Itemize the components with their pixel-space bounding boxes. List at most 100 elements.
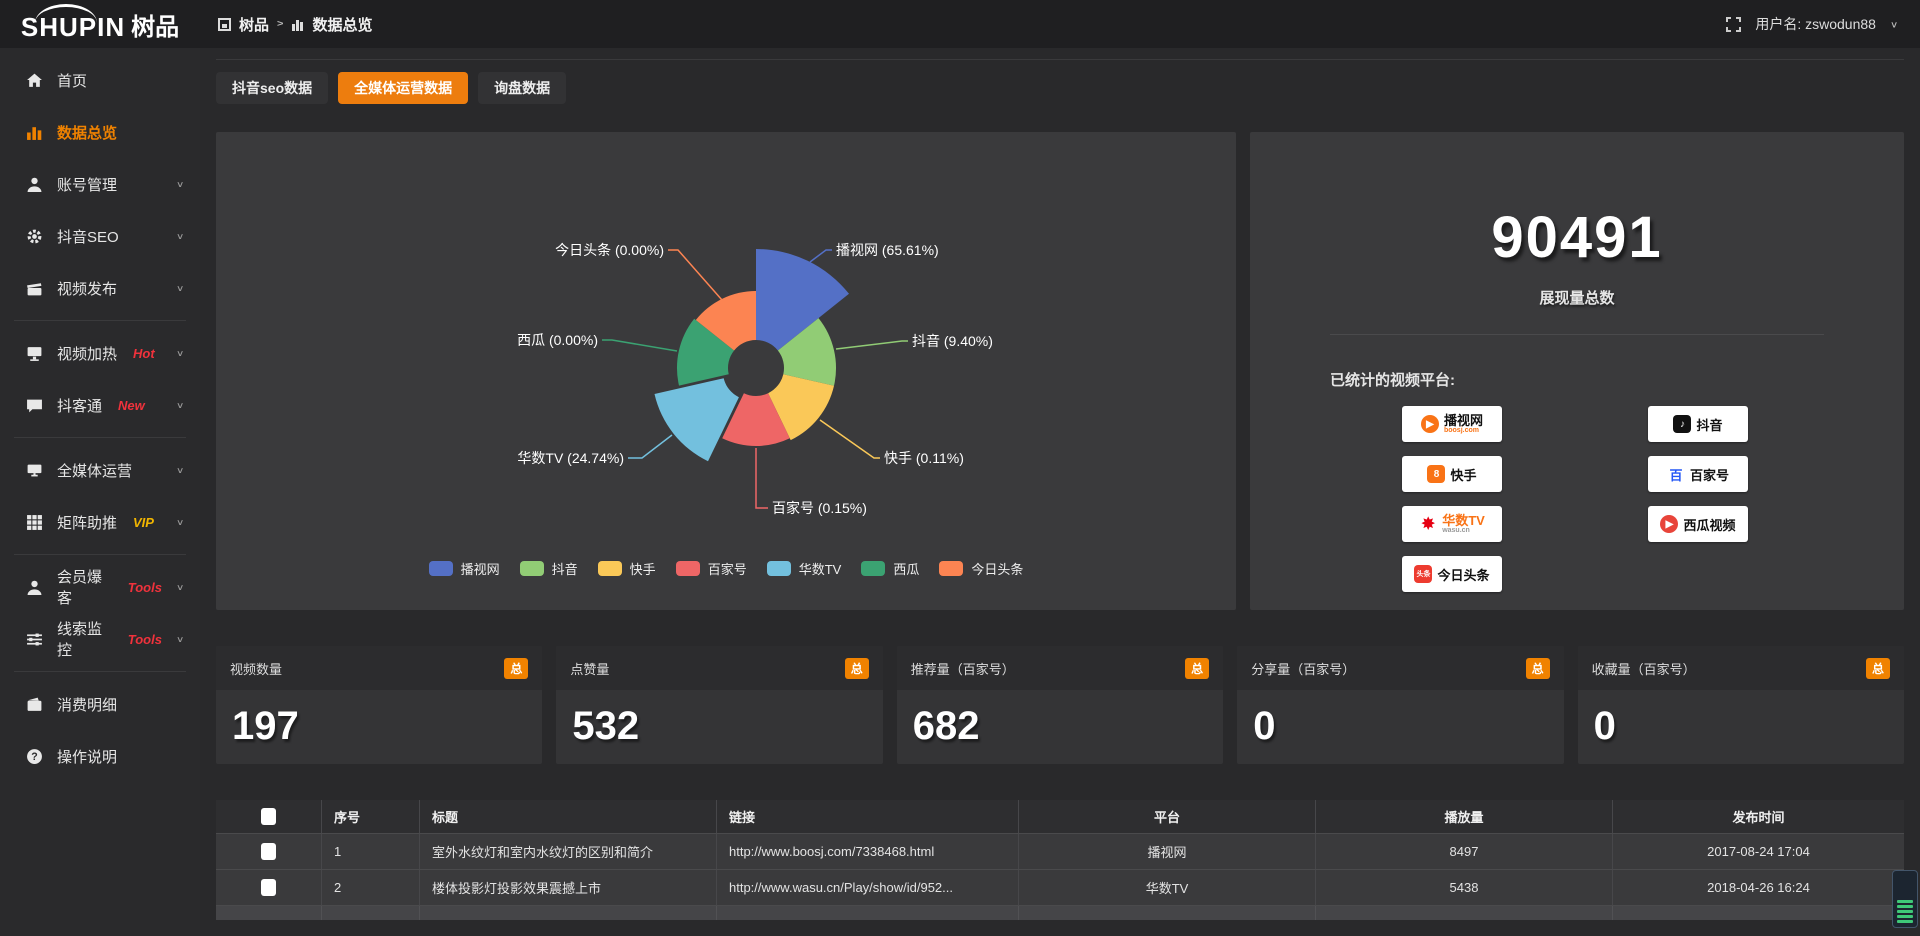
chevron-down-icon: ∨ <box>176 179 184 189</box>
chevron-down-icon: ∨ <box>176 231 184 241</box>
tab-omnimedia-data[interactable]: 全媒体运营数据 <box>338 72 468 104</box>
sidebar-item-account[interactable]: 账号管理 ∨ <box>0 158 200 210</box>
table-row: 2 楼体投影灯投影效果震撼上市 http://www.wasu.cn/Play/… <box>216 870 1904 906</box>
video-table: 序号 标题 链接 平台 播放量 发布时间 1 室外水纹灯和室内水纹灯的区别和简介… <box>216 800 1904 920</box>
tab-douyin-seo-data[interactable]: 抖音seo数据 <box>216 72 328 104</box>
chevron-down-icon: ∨ <box>176 348 184 358</box>
card-label: 视频数量 <box>230 659 282 678</box>
username[interactable]: 用户名: zswodun88 <box>1755 14 1876 34</box>
sidebar-item-video-publish[interactable]: 视频发布 ∨ <box>0 262 200 314</box>
card-value: 532 <box>556 690 882 749</box>
breadcrumb-root[interactable]: 树品 <box>239 14 269 35</box>
app-logo: SHUPIN 树品 <box>0 0 200 48</box>
card-label: 收藏量（百家号） <box>1592 659 1696 678</box>
chevron-down-icon: ∨ <box>176 465 184 475</box>
chevron-down-icon: ∨ <box>176 634 184 644</box>
sidebar-item-douyin-seo[interactable]: 抖音SEO ∨ <box>0 210 200 262</box>
sliders-icon <box>26 631 43 648</box>
legend-item[interactable]: 抖音 <box>520 559 578 578</box>
chevron-down-icon: ∨ <box>176 283 184 293</box>
sidebar-item-video-heat[interactable]: 视频加热 Hot ∨ <box>0 327 200 379</box>
total-badge: 总 <box>1185 658 1209 679</box>
tab-bar: 抖音seo数据 全媒体运营数据 询盘数据 <box>216 72 566 104</box>
user-icon <box>26 176 43 193</box>
sidebar-item-home[interactable]: 首页 <box>0 54 200 106</box>
sidebar-item-member-burst[interactable]: 会员爆客 Tools ∨ <box>0 561 200 613</box>
sidebar-item-matrix-boost[interactable]: 矩阵助推 VIP ∨ <box>0 496 200 548</box>
cell-platform: 播视网 <box>1019 834 1316 869</box>
legend-item[interactable]: 百家号 <box>676 559 747 578</box>
chart-legend: 播视网 抖音 快手 百家号 华数TV 西瓜 今日头条 <box>216 559 1236 578</box>
cell-num: 2 <box>322 870 420 905</box>
legend-swatch <box>861 561 885 576</box>
card-shares: 分享量（百家号） 总 0 <box>1237 646 1563 764</box>
cell-plays: 5438 <box>1316 870 1613 905</box>
hot-badge: Hot <box>133 346 155 361</box>
sidebar-divider <box>14 437 186 438</box>
boshiwang-play-icon: ▶ <box>1421 415 1439 433</box>
sidebar-item-omnimedia[interactable]: 全媒体运营 ∨ <box>0 444 200 496</box>
row-checkbox[interactable] <box>261 843 276 860</box>
col-platform: 平台 <box>1019 800 1316 833</box>
sidebar-divider <box>14 554 186 555</box>
xigua-play-icon: ▶ <box>1660 515 1678 533</box>
total-badge: 总 <box>1526 658 1550 679</box>
platform-share-chart-panel: 播视网 (65.61%) 抖音 (9.40%) 快手 (0.11%) 百家号 (… <box>216 132 1236 610</box>
legend-item[interactable]: 华数TV <box>767 559 842 578</box>
legend-item[interactable]: 快手 <box>598 559 656 578</box>
col-time: 发布时间 <box>1613 800 1904 833</box>
legend-item[interactable]: 播视网 <box>429 559 500 578</box>
cell-link[interactable]: http://www.wasu.cn/Play/show/id/952... <box>717 870 1019 905</box>
tab-inquiry-data[interactable]: 询盘数据 <box>478 72 566 104</box>
pie-slice-huashu-tv[interactable] <box>655 378 739 461</box>
platform-logo-grid: ▶ 播视网boosj.com ♪ 抖音 8 快手 百 百家号 ✸ 华数TVwas… <box>1402 406 1904 592</box>
card-label: 点赞量 <box>570 659 609 678</box>
total-badge: 总 <box>504 658 528 679</box>
battery-widget[interactable] <box>1892 870 1918 928</box>
sidebar-item-lead-monitor[interactable]: 线索监控 Tools ∨ <box>0 613 200 665</box>
svg-text:?: ? <box>31 751 37 763</box>
total-badge: 总 <box>1866 658 1890 679</box>
logo-text-cn: 树品 <box>131 7 179 42</box>
user-icon <box>26 579 43 596</box>
legend-swatch <box>767 561 791 576</box>
rose-pie-chart[interactable]: 播视网 (65.61%) 抖音 (9.40%) 快手 (0.11%) 百家号 (… <box>216 132 1236 610</box>
kuaishou-icon: 8 <box>1427 465 1445 483</box>
chat-bubble-icon <box>26 397 43 414</box>
card-favorites: 收藏量（百家号） 总 0 <box>1578 646 1904 764</box>
toutiao-icon: 头条 <box>1414 565 1432 583</box>
summary-divider <box>1330 334 1824 335</box>
col-num: 序号 <box>322 800 420 833</box>
pie-label-xigua: 西瓜 (0.00%) <box>517 332 598 348</box>
pie-label-huashu-tv: 华数TV (24.74%) <box>517 450 624 466</box>
card-recommends: 推荐量（百家号） 总 682 <box>897 646 1223 764</box>
select-all-checkbox[interactable] <box>261 808 276 825</box>
col-plays: 播放量 <box>1316 800 1613 833</box>
app-square-icon <box>218 18 231 31</box>
monitor-icon <box>26 462 43 479</box>
platform-badge-baijiahao: 百 百家号 <box>1648 456 1748 492</box>
cell-title[interactable]: 楼体投影灯投影效果震撼上市 <box>420 870 717 905</box>
chevron-down-icon: ∨ <box>176 400 184 410</box>
cell-time: 2017-08-24 17:04 <box>1613 834 1904 869</box>
sidebar-item-douketong[interactable]: 抖客通 New ∨ <box>0 379 200 431</box>
cell-title[interactable]: 室外水纹灯和室内水纹灯的区别和简介 <box>420 834 717 869</box>
sidebar-divider <box>14 320 186 321</box>
pie-label-baijiahao: 百家号 (0.15%) <box>772 500 867 516</box>
breadcrumb: 树品 > 数据总览 <box>218 14 372 35</box>
bar-chart-icon <box>26 124 43 141</box>
sidebar-item-data-overview[interactable]: 数据总览 <box>0 106 200 158</box>
legend-item[interactable]: 今日头条 <box>939 559 1023 578</box>
platforms-title: 已统计的视频平台: <box>1330 369 1904 390</box>
cell-link[interactable]: http://www.boosj.com/7338468.html <box>717 834 1019 869</box>
legend-item[interactable]: 西瓜 <box>861 559 919 578</box>
user-chevron-down-icon[interactable]: ∨ <box>1890 19 1898 29</box>
total-badge: 总 <box>845 658 869 679</box>
home-icon <box>26 72 43 89</box>
sidebar-item-spending-detail[interactable]: 消费明细 <box>0 678 200 730</box>
fullscreen-icon[interactable] <box>1726 17 1741 32</box>
legend-swatch <box>429 561 453 576</box>
sidebar-item-instructions[interactable]: ? 操作说明 <box>0 730 200 782</box>
row-checkbox[interactable] <box>261 879 276 896</box>
card-label: 推荐量（百家号） <box>911 659 1015 678</box>
